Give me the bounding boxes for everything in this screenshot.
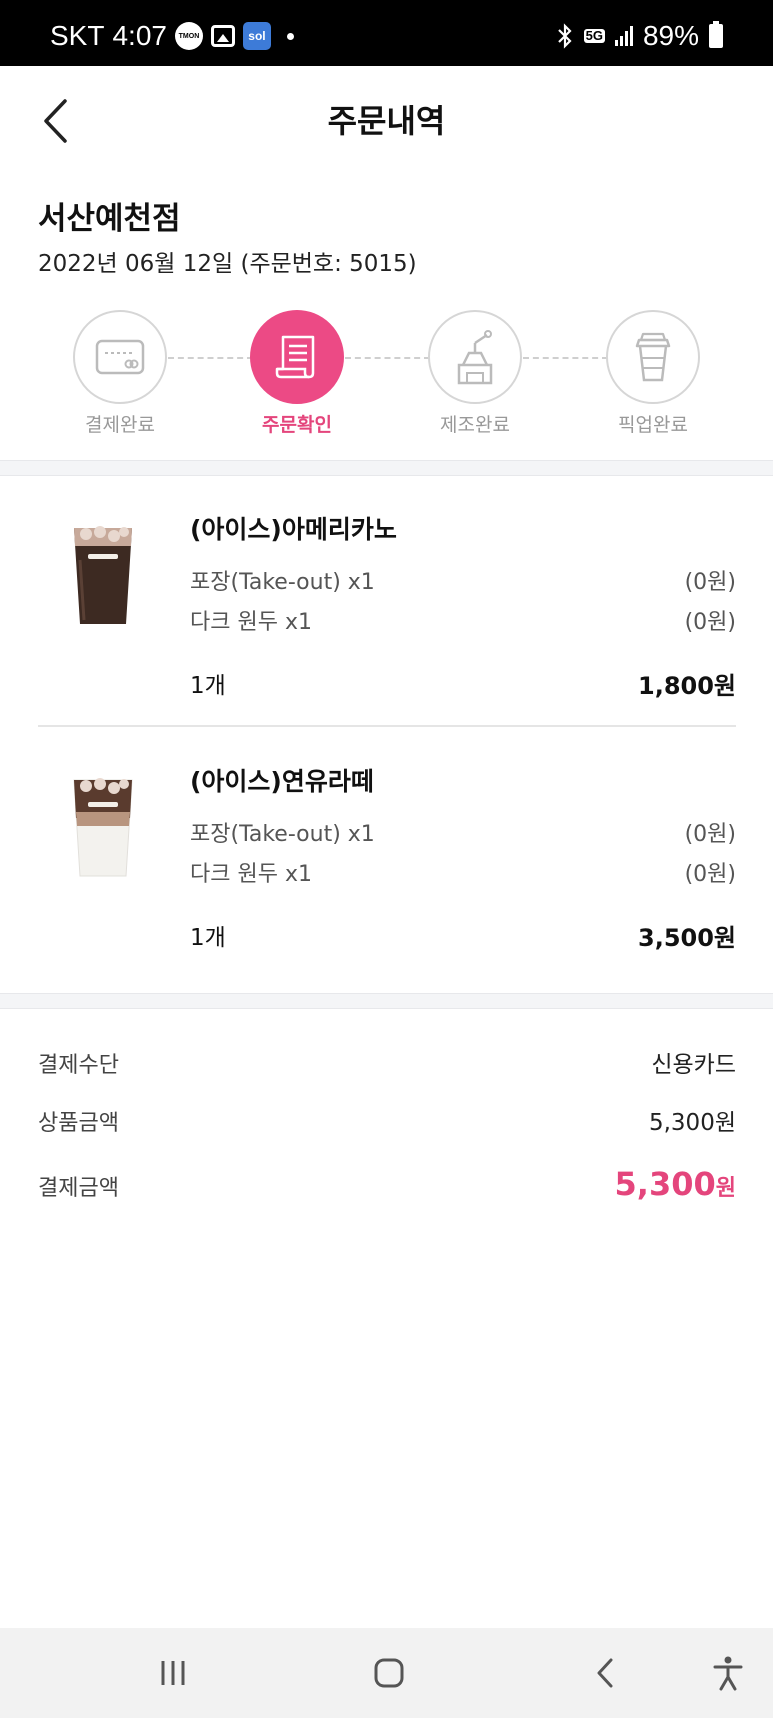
- option-label: 다크 원두 x1: [190, 862, 312, 887]
- item-option: 다크 원두 x1 (0원): [190, 604, 736, 636]
- takeout-cup-icon: [635, 332, 671, 382]
- back-arrow-icon: [597, 1658, 613, 1688]
- item-quantity-row: 1개 3,500원: [190, 918, 736, 953]
- step-payment-complete: 결제완료: [60, 310, 180, 437]
- carrier-label: SKT: [50, 20, 105, 51]
- accessibility-icon: [713, 1656, 743, 1691]
- step-circle-active: [250, 310, 344, 404]
- item-quantity: 1개: [190, 925, 226, 951]
- item-price: 3,500원: [638, 924, 736, 952]
- item-name: (아이스)아메리카노: [190, 515, 397, 544]
- total-amount: 5,300: [614, 1165, 716, 1203]
- clock: 4:07: [112, 20, 167, 51]
- card-icon: [95, 339, 145, 375]
- iced-americano-image: [74, 526, 132, 624]
- option-price: (0원): [684, 822, 736, 847]
- step-circle: [428, 310, 522, 404]
- total-unit: 원: [715, 1176, 736, 1201]
- iced-condensed-milk-latte-image: [73, 778, 133, 877]
- total-value: 5,300원: [615, 1165, 736, 1203]
- accessibility-button[interactable]: [703, 1650, 753, 1696]
- coffee-grinder-icon: [457, 330, 493, 385]
- step-circle: [606, 310, 700, 404]
- order-date-and-number: 2022년 06월 12일 (주문번호: 5015): [38, 251, 417, 277]
- item-separator: [38, 725, 736, 727]
- step-label: 주문확인: [262, 414, 332, 436]
- more-notifications-dot-icon: [286, 32, 294, 40]
- signal-strength-icon: [614, 26, 633, 46]
- home-icon: [374, 1658, 404, 1688]
- system-navigation-bar: [0, 1628, 773, 1718]
- status-bar: SKT 4:07 TMON sol 5G 89%: [0, 0, 773, 66]
- recent-apps-icon: [161, 1661, 185, 1685]
- gallery-notification-icon: [210, 25, 235, 47]
- sol-notification-icon: sol: [242, 22, 271, 50]
- subtotal-label: 상품금액: [38, 1111, 119, 1136]
- payment-method-value: 신용카드: [651, 1052, 736, 1078]
- item-quantity: 1개: [190, 673, 226, 699]
- step-label: 픽업완료: [618, 414, 688, 436]
- battery-icon: [709, 21, 723, 48]
- page-title: 주문내역: [327, 102, 446, 140]
- app-header: 주문내역: [0, 66, 773, 176]
- option-price: (0원): [684, 862, 736, 887]
- step-order-confirmed: 주문확인: [237, 310, 357, 437]
- order-item: (아이스)아메리카노 포장(Take-out) x1 (0원) 다크 원두 x1…: [38, 510, 736, 700]
- option-label: 포장(Take-out) x1: [190, 822, 375, 847]
- system-back-button[interactable]: [580, 1650, 630, 1696]
- status-bar-right: 5G 89%: [556, 20, 723, 52]
- step-pickup-complete: 픽업완료: [593, 310, 713, 437]
- section-divider: [0, 460, 773, 476]
- recent-apps-button[interactable]: [148, 1650, 198, 1696]
- network-type-icon: 5G: [583, 28, 605, 43]
- payment-method-row: 결제수단 신용카드: [38, 1045, 736, 1079]
- receipt-icon: [275, 335, 315, 379]
- item-option: 포장(Take-out) x1 (0원): [190, 816, 736, 848]
- order-item: (아이스)연유라떼 포장(Take-out) x1 (0원) 다크 원두 x1 …: [38, 762, 736, 952]
- payment-method-label: 결제수단: [38, 1053, 119, 1078]
- home-button[interactable]: [364, 1650, 414, 1696]
- section-divider: [0, 993, 773, 1009]
- item-option: 다크 원두 x1 (0원): [190, 856, 736, 888]
- step-label: 제조완료: [440, 414, 510, 436]
- subtotal-row: 상품금액 5,300원: [38, 1103, 736, 1137]
- item-option: 포장(Take-out) x1 (0원): [190, 564, 736, 596]
- battery-percent: 89%: [642, 20, 699, 51]
- option-label: 다크 원두 x1: [190, 610, 312, 635]
- step-circle: [73, 310, 167, 404]
- option-price: (0원): [684, 610, 736, 635]
- bluetooth-icon: [557, 23, 572, 49]
- subtotal-value: 5,300원: [648, 1110, 736, 1136]
- total-label: 결제금액: [38, 1176, 119, 1201]
- total-row: 결제금액 5,300원: [38, 1165, 736, 1203]
- order-progress-steps: 결제완료 주문확인 제조완료 픽업완료: [0, 310, 773, 440]
- item-name: (아이스)연유라떼: [190, 767, 374, 796]
- step-label: 결제완료: [85, 414, 155, 436]
- item-price: 1,800원: [638, 672, 736, 700]
- status-bar-left: SKT 4:07 TMON sol: [50, 20, 294, 52]
- tmon-notification-icon: TMON: [174, 22, 203, 50]
- item-quantity-row: 1개 1,800원: [190, 666, 736, 701]
- step-manufacturing-complete: 제조완료: [415, 310, 535, 437]
- store-name: 서산예천점: [38, 201, 181, 237]
- option-price: (0원): [684, 570, 736, 595]
- option-label: 포장(Take-out) x1: [190, 570, 375, 595]
